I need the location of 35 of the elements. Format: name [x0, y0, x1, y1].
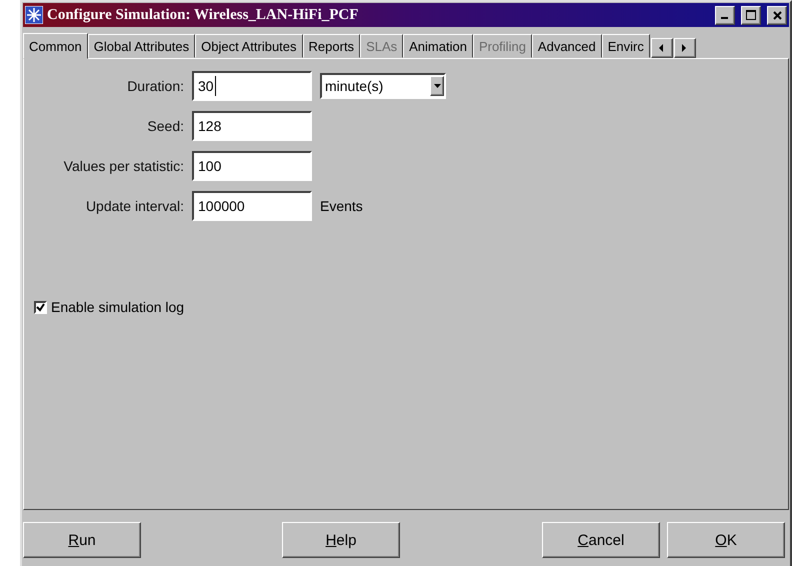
maximize-button[interactable]: [741, 6, 761, 24]
dropdown-arrow-icon: [434, 84, 440, 88]
input-field[interactable]: 128: [192, 111, 312, 141]
unit-dropdown[interactable]: minute(s): [320, 73, 446, 99]
right-arrow-icon: [682, 44, 688, 52]
tab[interactable]: Reports: [302, 34, 360, 58]
dialog-button[interactable]: Run: [23, 522, 141, 558]
dialog-button[interactable]: OK: [667, 522, 785, 558]
scroll-right-button[interactable]: [674, 38, 696, 58]
tab[interactable]: Common: [23, 33, 88, 59]
close-icon: [772, 10, 782, 20]
field-label: Update interval:: [86, 198, 184, 214]
tab[interactable]: Object Attributes: [195, 34, 303, 58]
scroll-left-button[interactable]: [650, 38, 673, 58]
input-field[interactable]: 100: [192, 151, 312, 181]
left-arrow-icon: [659, 44, 664, 52]
field-label: Seed:: [147, 118, 184, 134]
star-icon: [25, 6, 43, 24]
tab[interactable]: Animation: [403, 34, 473, 58]
dialog-button[interactable]: Cancel: [542, 522, 660, 558]
minimize-button[interactable]: [715, 6, 735, 24]
field-label: Values per statistic:: [64, 158, 184, 174]
close-button[interactable]: [767, 6, 787, 24]
window-title: Configure Simulation: Wireless_LAN-HiFi_PCF: [47, 6, 360, 24]
unit-label: Events: [320, 198, 363, 214]
field-label: Duration:: [127, 78, 184, 94]
tab[interactable]: Global Attributes: [88, 34, 196, 58]
input-field[interactable]: 100000: [192, 191, 312, 221]
checkbox-label[interactable]: Enable simulation log: [51, 299, 184, 315]
dialog-button[interactable]: Help: [282, 522, 400, 558]
tab[interactable]: Envirc: [602, 34, 650, 58]
checkbox[interactable]: [34, 300, 47, 314]
maximize-icon: [746, 10, 756, 20]
input-field[interactable]: 30: [192, 71, 312, 101]
tab[interactable]: Advanced: [532, 34, 602, 58]
